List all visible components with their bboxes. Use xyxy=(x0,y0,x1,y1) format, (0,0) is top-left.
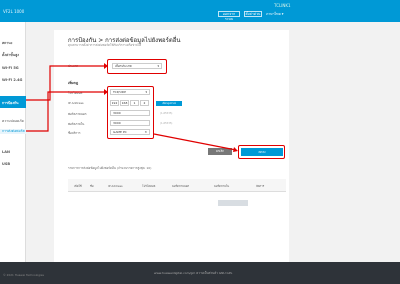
sidebar-item-label: การป้องกัน xyxy=(2,101,19,105)
logout-button[interactable]: ออกจากระบบ xyxy=(218,11,240,21)
sidebar-item-usb[interactable]: USB xyxy=(2,162,10,166)
col-name: ชื่อ xyxy=(90,184,94,188)
cancel-button[interactable]: ยกเลิก xyxy=(208,148,232,155)
internal-port-hint: (1-65535) xyxy=(160,122,173,125)
sidebar-item-port-forwarding[interactable]: การส่งต่อพอร์ต xyxy=(0,129,26,134)
highlight-box-ok xyxy=(238,145,285,159)
col-enable: เปิดใช้ xyxy=(74,184,82,188)
sidebar xyxy=(0,22,26,262)
sidebar-item-wifi24g[interactable]: Wi-Fi 2.4G xyxy=(2,78,22,82)
app-name-label: ชื่อบริการ xyxy=(68,131,81,135)
type-label: ประเภท xyxy=(68,64,79,68)
sidebar-item-wifi5g[interactable]: Wi-Fi 5G xyxy=(2,66,19,70)
col-ext-port: พอร์ตภายนอก xyxy=(172,184,190,188)
external-port-label: พอร์ตภายนอก xyxy=(68,112,87,116)
add-rule-button[interactable] xyxy=(218,200,248,206)
footer-links[interactable]: www.huaweidigital.com/gm ความเป็นส่วนตัว… xyxy=(154,271,232,276)
language-selector[interactable]: ภาษาไทย ▾ xyxy=(266,11,284,17)
page-subtitle: คุณสามารถตั้งค่าการส่งต่อพอร์ตให้กับบริก… xyxy=(68,43,142,47)
rule-title: เพิ่มกฎ xyxy=(68,81,79,85)
col-int-port: พอร์ตภายใน xyxy=(214,184,230,188)
highlight-box-type xyxy=(107,59,167,74)
sidebar-item-status[interactable]: สถานะ xyxy=(2,40,13,46)
sidebar-item-security[interactable]: ความปลอดภัย xyxy=(2,118,24,124)
quick-setup-button[interactable]: ตั้งค่าด่วน xyxy=(244,11,262,17)
footer: © 2021 Huawei Technologies www.huaweidig… xyxy=(0,262,400,284)
sidebar-item-protection[interactable]: การป้องกัน xyxy=(0,96,26,108)
copyright: © 2021 Huawei Technologies xyxy=(3,273,44,277)
list-title: รายการการส่งต่อข้อมูลไปยังพอร์ตอื่น (จำน… xyxy=(68,166,152,170)
router-name: TCLINK1 xyxy=(274,3,291,8)
sidebar-item-advanced[interactable]: ตั้งค่าขั้นสูง xyxy=(2,52,19,58)
col-ip: IP Address xyxy=(108,184,123,188)
highlight-box-form xyxy=(107,86,154,139)
col-actions: จัดการ xyxy=(256,184,265,188)
col-protocol: โปรโตคอล xyxy=(142,184,156,188)
top-bar: VF2L 1000 TCLINK1 ออกจากระบบ ตั้งค่าด่วน… xyxy=(0,0,400,22)
sidebar-item-lan[interactable]: LAN xyxy=(2,150,10,154)
select-device-button[interactable]: เลือกอุปกรณ์ xyxy=(156,101,182,106)
protocol-label: โปรโตคอล xyxy=(68,91,83,95)
ip-label: IP Address xyxy=(68,101,84,105)
external-port-hint: (1-65535) xyxy=(160,112,173,115)
internal-port-label: พอร์ตภายใน xyxy=(68,122,85,126)
device-model: VF2L 1000 xyxy=(3,9,25,14)
